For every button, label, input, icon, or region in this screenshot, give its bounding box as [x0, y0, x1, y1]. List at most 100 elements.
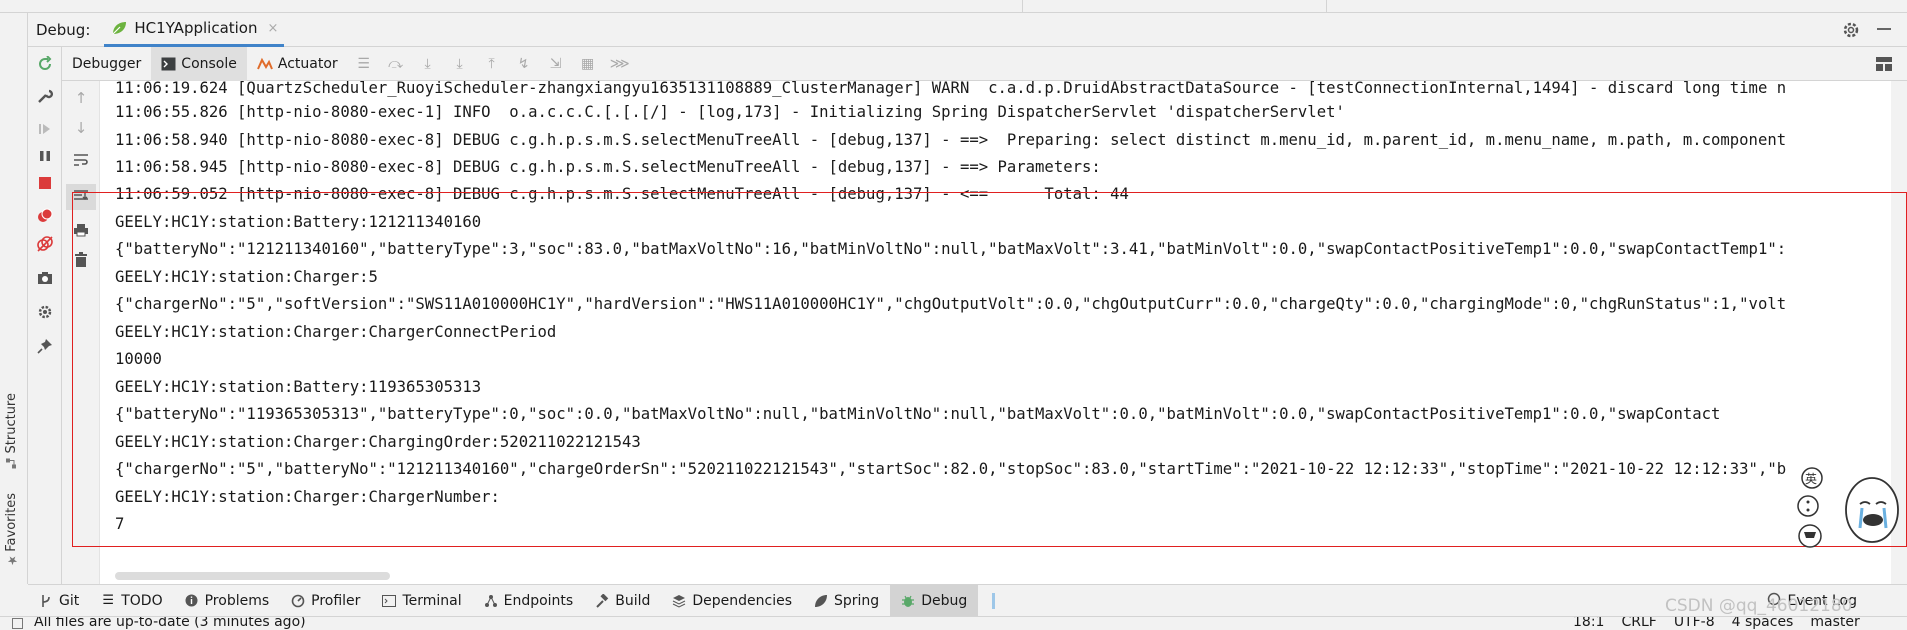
left-tool-stripe: Structure ★ Favorites	[0, 13, 28, 584]
git-branch[interactable]: master	[1810, 617, 1859, 630]
console-line: {"batteryNo":"121211340160","batteryType…	[115, 240, 1787, 258]
status-checkbox[interactable]	[12, 618, 23, 629]
svg-text:英: 英	[1805, 472, 1817, 486]
mute-breakpoints-icon[interactable]	[36, 235, 54, 253]
git-branch-icon	[39, 594, 53, 608]
run-config-tab-label: HC1YApplication	[134, 19, 258, 37]
console-line: 11:06:19.624 [QuartzScheduler_RuoyiSched…	[115, 81, 1787, 97]
step-out-icon[interactable]: ⤒	[484, 56, 500, 72]
gear-icon[interactable]	[1841, 20, 1861, 40]
tool-debug-label: Debug	[921, 592, 968, 609]
tool-todo-label: TODO	[121, 592, 163, 609]
info-icon	[185, 594, 199, 608]
hide-icon[interactable]	[1877, 28, 1891, 30]
profiler-icon	[291, 594, 305, 608]
file-encoding[interactable]: UTF-8	[1674, 617, 1715, 630]
console-output[interactable]: 11:06:19.624 [QuartzScheduler_RuoyiSched…	[100, 81, 1891, 584]
tool-terminal[interactable]: Terminal	[371, 585, 472, 617]
pin-icon[interactable]	[36, 337, 54, 355]
watermark: CSDN @qq_46012180	[1665, 596, 1853, 616]
favorites-tab-label: Favorites	[4, 493, 19, 552]
hammer-icon	[595, 593, 609, 608]
structure-tool-tab[interactable]: Structure	[4, 393, 19, 469]
console-line: 11:06:55.826 [http-nio-8080-exec-1] INFO…	[115, 103, 1345, 121]
scroll-to-end-icon[interactable]	[72, 187, 90, 205]
spring-leaf-icon	[814, 594, 828, 608]
resume-icon[interactable]	[36, 120, 54, 138]
tool-profiler-label: Profiler	[311, 592, 361, 609]
rerun-icon[interactable]	[36, 55, 54, 73]
menu-icon[interactable]: ☰	[356, 56, 372, 72]
step-into-icon[interactable]: ⤓	[420, 56, 436, 72]
tab-actuator[interactable]: Actuator	[247, 47, 348, 81]
camera-icon[interactable]	[36, 269, 54, 287]
line-separator[interactable]: CRLF	[1621, 617, 1656, 630]
console-line: 10000	[115, 350, 162, 368]
console-line: 7	[115, 515, 125, 533]
print-icon[interactable]	[72, 221, 90, 239]
indent-setting[interactable]: 4 spaces	[1732, 617, 1794, 630]
divider	[1326, 0, 1327, 13]
endpoints-icon	[484, 594, 498, 608]
force-step-into-icon[interactable]: ⤓	[452, 56, 468, 72]
cursor-marker	[992, 592, 996, 609]
structure-icon	[6, 458, 17, 469]
tab-debugger[interactable]: Debugger	[62, 47, 151, 81]
tool-build-label: Build	[615, 592, 651, 609]
divider	[1022, 0, 1023, 13]
debug-side-tools	[28, 47, 62, 584]
trash-icon[interactable]	[72, 251, 90, 269]
step-over-icon[interactable]: ⤼	[388, 56, 404, 72]
spring-leaf-icon	[112, 22, 127, 35]
tab-actuator-label: Actuator	[277, 55, 338, 72]
wrench-icon[interactable]	[36, 87, 54, 105]
tool-debug[interactable]: Debug	[890, 584, 979, 617]
run-config-tab[interactable]: HC1YApplication ×	[104, 13, 285, 47]
evaluate-icon[interactable]: ▦	[580, 56, 596, 72]
tool-problems[interactable]: Problems	[174, 585, 281, 617]
layers-icon	[672, 594, 686, 608]
trace-icon[interactable]: ⋙	[610, 56, 630, 72]
soft-wrap-icon[interactable]	[72, 151, 90, 169]
status-message[interactable]: All files are up-to-date (3 minutes ago)	[34, 617, 306, 630]
settings-icon[interactable]	[36, 303, 54, 321]
console-line: GEELY:HC1Y:station:Charger:ChargerConnec…	[115, 323, 557, 341]
view-breakpoints-icon[interactable]	[36, 207, 54, 225]
arrow-up-icon[interactable]: ↑	[72, 89, 90, 107]
tool-spring-label: Spring	[834, 592, 880, 609]
console-line: GEELY:HC1Y:station:Battery:121211340160	[115, 213, 482, 231]
console-line: GEELY:HC1Y:station:Charger:ChargingOrder…	[115, 433, 641, 451]
tool-dependencies-label: Dependencies	[692, 592, 793, 609]
favorites-tool-tab[interactable]: ★ Favorites	[4, 493, 20, 568]
stop-icon[interactable]	[36, 174, 54, 192]
cursor-position[interactable]: 18:1	[1573, 617, 1604, 630]
editor-top-strip	[0, 0, 1907, 13]
console-line: {"batteryNo":"119365305313","batteryType…	[115, 405, 1721, 423]
debug-titlebar: Debug: HC1YApplication ×	[28, 13, 1907, 47]
tool-todo[interactable]: ☰ TODO	[90, 585, 173, 617]
layout-icon[interactable]	[1875, 56, 1893, 72]
arrow-down-icon[interactable]: ↓	[72, 119, 90, 137]
ide-window: Structure ★ Favorites Debug: HC1YApplica…	[0, 0, 1907, 630]
console-line: 11:06:59.052 [http-nio-8080-exec-8] DEBU…	[115, 185, 1129, 203]
tool-spring[interactable]: Spring	[803, 585, 890, 617]
pause-icon[interactable]	[36, 147, 54, 165]
tool-endpoints[interactable]: Endpoints	[473, 585, 585, 617]
status-widgets: 18:1 CRLF UTF-8 4 spaces master	[1573, 617, 1860, 630]
structure-tab-label: Structure	[4, 393, 19, 454]
run-to-cursor-icon[interactable]: ⇲	[548, 56, 564, 72]
tool-dependencies[interactable]: Dependencies	[661, 585, 803, 617]
star-icon: ★	[5, 553, 20, 568]
horizontal-scrollbar[interactable]	[115, 572, 390, 580]
tool-git[interactable]: Git	[28, 585, 90, 617]
console-line: GEELY:HC1Y:station:Charger:5	[115, 268, 378, 286]
actuator-icon	[256, 57, 273, 69]
drop-frame-icon[interactable]: ↯	[516, 56, 532, 72]
list-icon: ☰	[102, 593, 115, 608]
tool-profiler[interactable]: Profiler	[280, 585, 371, 617]
console-line: GEELY:HC1Y:station:Battery:119365305313	[115, 378, 482, 396]
tab-console[interactable]: Console	[151, 46, 247, 81]
tool-build[interactable]: Build	[584, 585, 661, 617]
tool-terminal-label: Terminal	[402, 592, 462, 609]
close-icon[interactable]: ×	[268, 21, 279, 36]
